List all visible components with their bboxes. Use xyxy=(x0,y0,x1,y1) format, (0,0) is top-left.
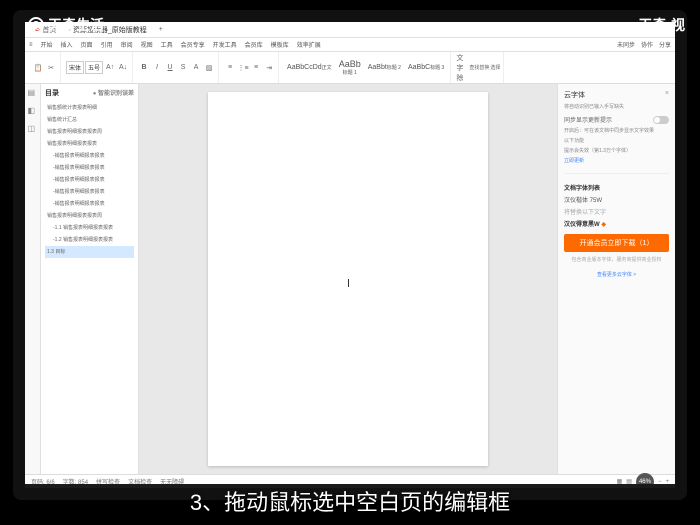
font-family-select[interactable]: 宋体 xyxy=(66,61,84,74)
outline-item[interactable]: -销售报表明细报表报表 xyxy=(45,150,134,162)
right-panel: 云字体 × 将自动识别已输入手写缺失 同步显示更新提示 开启后：可在该文档中同步… xyxy=(557,84,675,474)
blank-page[interactable] xyxy=(208,92,488,466)
style-h1[interactable]: AaBb标题 1 xyxy=(336,58,364,78)
panel-desc3: 提示会失效（第1.3万个字体） xyxy=(564,148,669,155)
outline-subtitle: ● 智能识别误差 xyxy=(93,88,134,98)
close-icon[interactable]: × xyxy=(665,90,669,100)
outline-icon[interactable]: ▤ xyxy=(28,88,38,98)
logo-icon: Q xyxy=(28,17,44,33)
panel-footer1: 包含商业版本字体，服务商提供商业授权 xyxy=(564,256,669,263)
text-tool-icon[interactable]: 文字除 xyxy=(456,62,468,74)
panel-title: 云字体 xyxy=(564,90,585,100)
outline-item[interactable]: -销售报表明细报表报表 xyxy=(45,174,134,186)
font-item-2: 汉仪得意黑W ◆ xyxy=(564,219,669,228)
style-normal[interactable]: AaBbCcDd正文 xyxy=(284,62,335,73)
font-size-select[interactable]: 五号 xyxy=(85,61,103,74)
menu-view[interactable]: 视图 xyxy=(141,40,153,49)
menu-lib[interactable]: 会员库 xyxy=(245,40,263,49)
layers-icon[interactable]: ◫ xyxy=(28,124,38,134)
screen: ◆首页 ▪ 资源搜索器_原始版教程 + ≡ 开始 插入 页面 引用 审阅 视图 … xyxy=(25,22,675,488)
toolbar: 📋 ✂ 宋体 五号 A↑ A↓ B I U S A ▨ ≡ ⋮≡ ≡ ⇥ AaB… xyxy=(25,52,675,84)
panel-hint: 将自动识别已输入手写缺失 xyxy=(564,104,669,111)
sync-toggle[interactable] xyxy=(653,116,669,124)
select-button[interactable]: 选择 xyxy=(490,62,500,74)
tab-add[interactable]: + xyxy=(153,24,169,35)
outline-item[interactable]: 销售报表明细报表报表周 xyxy=(45,126,134,138)
outline-item[interactable]: -1.2 销售报表明细报表报表 xyxy=(45,234,134,246)
menu-insert[interactable]: 插入 xyxy=(61,40,73,49)
outline-title: 目录 xyxy=(45,88,59,98)
outline-item[interactable]: -销售报表明细报表报表 xyxy=(45,198,134,210)
align-icon[interactable]: ≡ xyxy=(250,62,262,74)
menu-ext[interactable]: 效率扩展 xyxy=(297,40,321,49)
font-list-title: 文档字体列表 xyxy=(564,183,669,192)
outline-item[interactable]: 1.3 目标 xyxy=(45,246,134,258)
sync-status[interactable]: 未同步 xyxy=(617,40,635,49)
monitor-frame: ◆首页 ▪ 资源搜索器_原始版教程 + ≡ 开始 插入 页面 引用 审阅 视图 … xyxy=(13,10,687,500)
menu-start[interactable]: 开始 xyxy=(41,40,53,49)
strike-button[interactable]: S xyxy=(177,62,189,74)
panel-desc1: 开启后：可在该文档中同步显示文字效果 xyxy=(564,128,669,135)
increase-font-icon[interactable]: A↑ xyxy=(104,62,116,74)
decrease-font-icon[interactable]: A↓ xyxy=(117,62,129,74)
font-color-icon[interactable]: A xyxy=(190,62,202,74)
menubar: ≡ 开始 插入 页面 引用 审阅 视图 工具 会员专享 开发工具 会员库 模板库… xyxy=(25,38,675,52)
watermark-left: Q 天奇生活 xyxy=(28,15,104,35)
menu-tpl[interactable]: 模板库 xyxy=(271,40,289,49)
outline-item[interactable]: -1.1 销售报表明细报表报表 xyxy=(45,222,134,234)
share-button[interactable]: 分享 xyxy=(659,40,671,49)
menu-tools[interactable]: 工具 xyxy=(161,40,173,49)
font-replace-note: 将替换以下文字 xyxy=(564,207,669,216)
style-h2[interactable]: AaBbt标题 2 xyxy=(365,62,404,73)
titlebar: ◆首页 ▪ 资源搜索器_原始版教程 + xyxy=(25,22,675,38)
cut-icon[interactable]: ✂ xyxy=(45,62,57,74)
update-link[interactable]: 立即更新 xyxy=(564,158,669,165)
menu-file[interactable]: ≡ xyxy=(29,42,33,48)
outline-item[interactable]: 销售报表明细报表报表周 xyxy=(45,210,134,222)
text-cursor xyxy=(348,279,349,287)
outline-item[interactable]: 销售统计汇总 xyxy=(45,114,134,126)
download-button[interactable]: 开通会员立即下载（1） xyxy=(564,234,669,252)
menu-review[interactable]: 审阅 xyxy=(121,40,133,49)
document-area[interactable] xyxy=(139,84,557,474)
bullet-list-icon[interactable]: ≡ xyxy=(224,62,236,74)
toggle-label: 同步显示更新提示 xyxy=(564,115,612,124)
outline-panel: 目录 ● 智能识别误差 销售额统计表报表明细销售统计汇总销售报表明细报表报表周销… xyxy=(41,84,139,474)
menu-page[interactable]: 页面 xyxy=(81,40,93,49)
paste-icon[interactable]: 📋 xyxy=(32,62,44,74)
find-replace-button[interactable]: 查找替换 xyxy=(469,62,489,74)
italic-button[interactable]: I xyxy=(151,62,163,74)
menu-member[interactable]: 会员专享 xyxy=(181,40,205,49)
left-sidebar: ▤ ◧ ◫ xyxy=(25,84,41,474)
number-list-icon[interactable]: ⋮≡ xyxy=(237,62,249,74)
underline-button[interactable]: U xyxy=(164,62,176,74)
main-area: ▤ ◧ ◫ 目录 ● 智能识别误差 销售额统计表报表明细销售统计汇总销售报表明细… xyxy=(25,84,675,474)
indent-icon[interactable]: ⇥ xyxy=(263,62,275,74)
collab-button[interactable]: 协作 xyxy=(641,40,653,49)
outline-item[interactable]: -销售报表明细报表报表 xyxy=(45,162,134,174)
outline-item[interactable]: 销售报表明细报表报表 xyxy=(45,138,134,150)
menu-dev[interactable]: 开发工具 xyxy=(213,40,237,49)
menu-ref[interactable]: 引用 xyxy=(101,40,113,49)
outline-item[interactable]: -销售报表明细报表报表 xyxy=(45,186,134,198)
style-h3[interactable]: AaBbC标题 3 xyxy=(405,62,447,73)
outline-item[interactable]: 销售额统计表报表明细 xyxy=(45,102,134,114)
font-item-1: 汉仪楷体 75W xyxy=(564,195,669,204)
bold-button[interactable]: B xyxy=(138,62,150,74)
watermark-right: 天奇·视 xyxy=(638,15,685,35)
highlight-icon[interactable]: ▨ xyxy=(203,62,215,74)
panel-desc2: 以下功能 xyxy=(564,138,669,145)
more-fonts-link[interactable]: 查看更多云字体 > xyxy=(564,271,669,278)
comment-icon[interactable]: ◧ xyxy=(28,106,38,116)
video-caption: 3、拖动鼠标选中空白页的编辑框 xyxy=(0,485,700,517)
